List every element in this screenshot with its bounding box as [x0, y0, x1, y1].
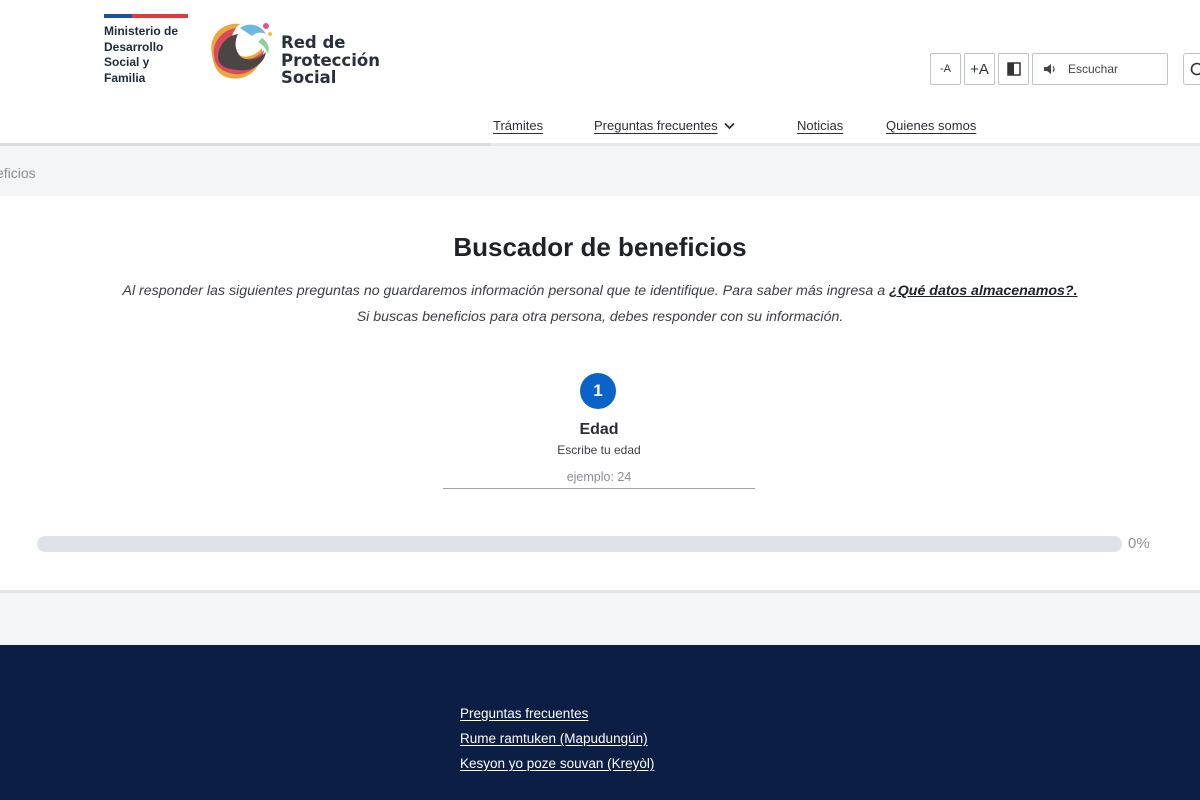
breadcrumb: eficios — [0, 146, 1200, 196]
progress-bar — [37, 536, 1122, 552]
flag-stripe — [104, 14, 188, 18]
progress-label: 0% — [1128, 535, 1150, 552]
decrease-font-button[interactable]: -A — [930, 53, 961, 85]
nav-item-preguntas-frecuentes[interactable]: Preguntas frecuentes — [594, 118, 735, 133]
ministry-name: Ministerio de Desarrollo Social y Famili… — [104, 24, 179, 85]
listen-label: Escuchar — [1068, 62, 1119, 76]
intro-line-1: Al responder las siguientes preguntas no… — [122, 283, 886, 299]
age-input[interactable] — [443, 466, 755, 489]
breadcrumb-current: eficios — [0, 165, 36, 181]
intro-text: Al responder las siguientes preguntas no… — [0, 278, 1200, 330]
step-help-text: Escribe tu edad — [557, 443, 641, 457]
step-number-badge: 1 — [580, 373, 616, 409]
speaker-icon — [1044, 64, 1055, 74]
nav-item-noticias[interactable]: Noticias — [797, 118, 843, 133]
listen-button[interactable]: Escuchar — [1032, 53, 1168, 85]
nav-item-quienes-somos[interactable]: Quienes somos — [886, 118, 976, 133]
data-stored-link[interactable]: ¿Qué datos almacenamos?. — [889, 283, 1077, 299]
contrast-button[interactable] — [998, 53, 1029, 85]
footer-link-kreyol[interactable]: Kesyon yo poze souvan (Kreyòl) — [460, 754, 654, 773]
nav-item-tramites[interactable]: Trámites — [493, 118, 543, 133]
spacer-band — [0, 593, 1200, 645]
contrast-icon — [1006, 62, 1021, 76]
ministry-logo[interactable]: Ministerio de Desarrollo Social y Famili… — [104, 14, 190, 86]
accessibility-toolbar: -A +A Escuchar — [930, 53, 1168, 85]
network-name: Red de Protección Social — [281, 33, 380, 87]
red-proteccion-logo[interactable] — [204, 14, 274, 90]
site-footer: Preguntas frecuentes Rume ramtuken (Mapu… — [0, 645, 1200, 800]
intro-line-2: Si buscas beneficios para otra persona, … — [356, 309, 844, 325]
main-nav: Trámites Preguntas frecuentes Noticias Q… — [0, 118, 1200, 138]
nav-item-label: Preguntas frecuentes — [594, 118, 718, 133]
footer-link-faq[interactable]: Preguntas frecuentes — [460, 704, 654, 723]
chevron-down-icon — [723, 122, 735, 129]
step-title: Edad — [579, 421, 619, 438]
search-button[interactable] — [1183, 53, 1200, 85]
site-header: Ministerio de Desarrollo Social y Famili… — [0, 0, 1200, 146]
footer-link-mapudungun[interactable]: Rume ramtuken (Mapudungún) — [460, 729, 654, 748]
increase-font-button[interactable]: +A — [964, 53, 995, 85]
search-icon — [1190, 62, 1200, 76]
footer-links: Preguntas frecuentes Rume ramtuken (Mapu… — [460, 704, 654, 773]
benefit-finder: Buscador de beneficios Al responder las … — [0, 196, 1200, 591]
page-title: Buscador de beneficios — [453, 232, 747, 262]
